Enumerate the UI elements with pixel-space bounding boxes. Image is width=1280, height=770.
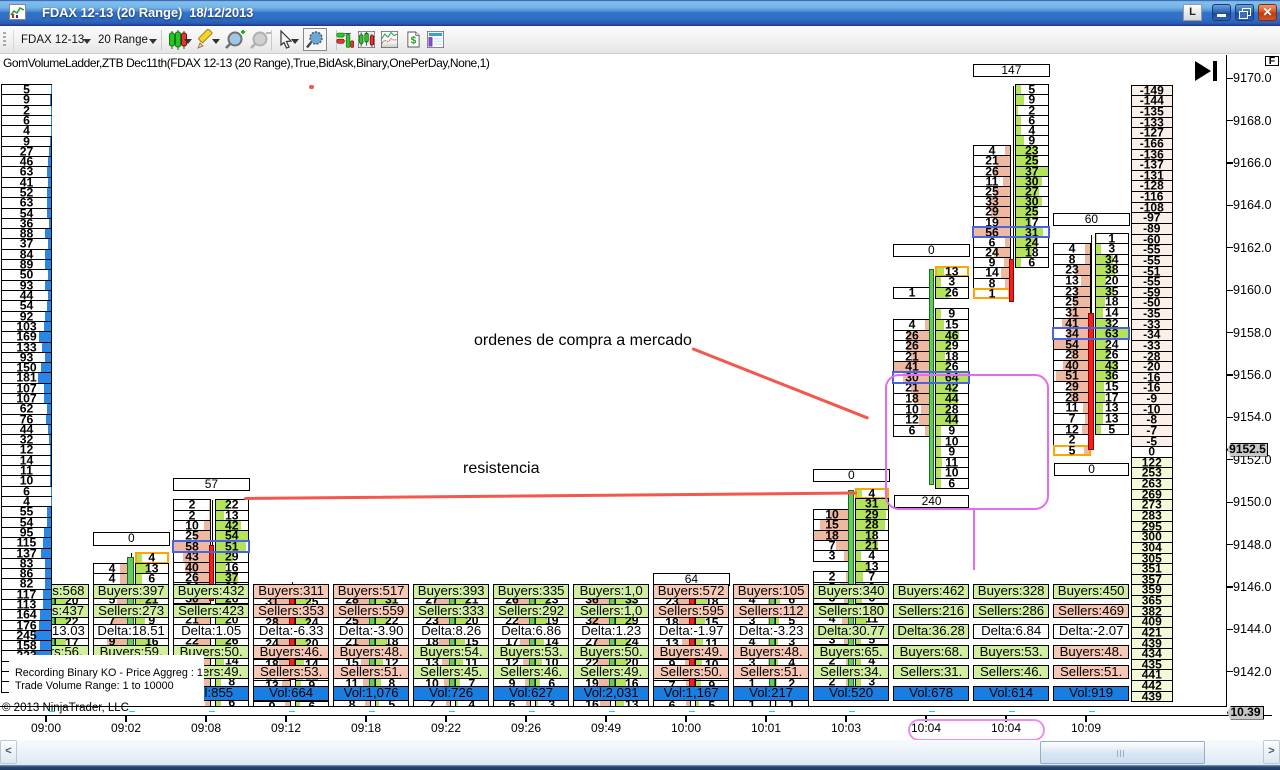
svg-text:$: $ xyxy=(411,35,417,46)
